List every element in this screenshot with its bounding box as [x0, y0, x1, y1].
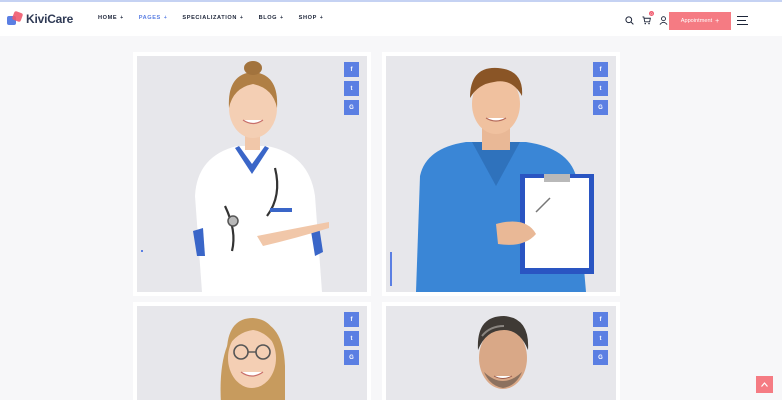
facebook-icon[interactable]: f [344, 62, 359, 77]
doctor-card[interactable]: f t G [382, 52, 620, 296]
appointment-label: Appointment [680, 18, 713, 24]
site-header: KiviCare HOME + PAGES + SPECIALIZATION +… [0, 2, 782, 36]
doctor-photo: f t G [137, 306, 367, 400]
social-links: f t G [344, 62, 359, 119]
cart-count-badge: 0 [649, 11, 654, 16]
google-icon[interactable]: G [593, 100, 608, 115]
doctor-photo: f t G [386, 56, 616, 292]
chevron-down-icon: + [163, 15, 168, 21]
chevron-down-icon: + [120, 15, 124, 21]
nav-item-specialization[interactable]: SPECIALIZATION + [182, 15, 243, 21]
logo-mark-icon [7, 10, 24, 27]
scroll-to-top-button[interactable] [756, 376, 773, 393]
nav-item-label: PAGES [138, 15, 161, 21]
nav-item-label: SHOP [298, 15, 317, 21]
facebook-icon[interactable]: f [344, 312, 359, 327]
main-nav: HOME + PAGES + SPECIALIZATION + BLOG + S… [98, 15, 338, 21]
social-links: f t G [593, 312, 608, 369]
doctor-card[interactable]: f t G [133, 302, 371, 400]
slider-indicator [141, 250, 143, 252]
social-links: f t G [593, 62, 608, 119]
google-icon[interactable]: G [344, 100, 359, 115]
social-links: f t G [344, 312, 359, 369]
logo-text: KiviCare [26, 12, 74, 26]
slider-indicator [390, 252, 392, 286]
twitter-icon[interactable]: t [344, 81, 359, 96]
doctor-card[interactable]: f t G [382, 302, 620, 400]
header-icons: 0 [623, 11, 674, 26]
nav-item-label: SPECIALIZATION [182, 15, 238, 21]
chevron-down-icon: + [280, 15, 284, 21]
user-icon[interactable] [657, 14, 669, 26]
appointment-button[interactable]: Appointment + [669, 12, 731, 30]
nav-item-home[interactable]: HOME + [98, 15, 124, 21]
logo[interactable]: KiviCare [7, 10, 74, 27]
chevron-up-icon [761, 382, 768, 387]
twitter-icon[interactable]: t [344, 331, 359, 346]
cart-icon[interactable]: 0 [640, 11, 654, 26]
search-icon[interactable] [623, 14, 635, 26]
google-icon[interactable]: G [344, 350, 359, 365]
nav-item-shop[interactable]: SHOP + [299, 15, 324, 21]
twitter-icon[interactable]: t [593, 81, 608, 96]
doctor-photo: f t G [137, 56, 367, 292]
facebook-icon[interactable]: f [593, 312, 608, 327]
nav-item-blog[interactable]: BLOG + [259, 15, 284, 21]
twitter-icon[interactable]: t [593, 331, 608, 346]
chevron-down-icon: + [240, 15, 244, 21]
plus-icon: + [715, 17, 720, 25]
nav-item-pages[interactable]: PAGES + [139, 15, 168, 21]
nav-item-label: HOME [98, 15, 118, 21]
facebook-icon[interactable]: f [593, 62, 608, 77]
nav-item-label: BLOG [258, 15, 278, 21]
menu-icon[interactable] [737, 16, 748, 28]
chevron-down-icon: + [319, 15, 324, 21]
doctor-card[interactable]: f t G [133, 52, 371, 296]
google-icon[interactable]: G [593, 350, 608, 365]
doctor-photo: f t G [386, 306, 616, 400]
